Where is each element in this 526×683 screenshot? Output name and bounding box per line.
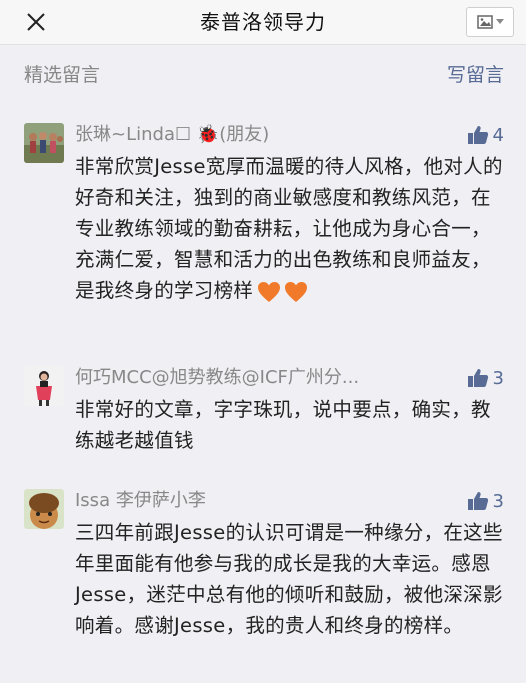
comment-author: 何巧MCC@旭势教练@ICF广州分... <box>75 367 360 388</box>
comment-item: 张琳~Linda☐ 🐞(朋友) 4 非常欣赏Jesse宽厚而温暖的待人风格，他对… <box>0 123 526 333</box>
comment-author: 张琳~Linda☐ 🐞(朋友) <box>75 124 270 145</box>
like-button[interactable]: 3 <box>467 489 504 513</box>
comment-item: Issa 李伊萨小李 3 三四年前跟Jesse的认识可谓是一种缘分，在这些年里面… <box>0 489 526 669</box>
dropdown-caret-icon <box>495 19 504 24</box>
featured-comments-title: 精选留言 <box>24 64 101 86</box>
avatar-portrait <box>24 366 64 406</box>
like-count: 3 <box>492 367 504 389</box>
comment-text: 非常好的文章，字字珠玑，说中要点，确实，教练越老越值钱 <box>75 398 491 452</box>
comment-content: 非常欣赏Jesse宽厚而温暖的待人风格，他对人的好奇和关注，独到的商业敏感度和教… <box>75 151 505 306</box>
like-count: 3 <box>492 490 504 512</box>
heart-emojis <box>257 281 308 303</box>
orange-heart-icon <box>285 281 308 302</box>
image-icon <box>476 15 493 29</box>
comment-author: Issa 李伊萨小李 <box>75 490 206 511</box>
comment-item: 何巧MCC@旭势教练@ICF广州分... 3 非常好的文章，字字珠玑，说中要点，… <box>0 366 526 456</box>
more-menu-button[interactable] <box>466 7 514 37</box>
thumbs-up-icon <box>467 126 488 144</box>
top-bar: 泰普洛领导力 <box>0 0 526 45</box>
avatar-group-photo <box>24 123 64 163</box>
avatar[interactable] <box>24 489 64 529</box>
orange-heart-icon <box>258 281 281 302</box>
like-button[interactable]: 3 <box>467 366 504 390</box>
like-button[interactable]: 4 <box>467 123 504 147</box>
thumbs-up-icon <box>467 369 488 387</box>
avatar-cartoon <box>24 489 64 529</box>
comment-content: 三四年前跟Jesse的认识可谓是一种缘分，在这些年里面能有他参与我的成长是我的大… <box>75 517 505 641</box>
thumbs-up-icon <box>467 492 488 510</box>
avatar[interactable] <box>24 366 64 406</box>
like-count: 4 <box>492 124 504 146</box>
comments-header: 精选留言 写留言 <box>0 45 526 101</box>
comment-content: 非常好的文章，字字珠玑，说中要点，确实，教练越老越值钱 <box>75 394 505 456</box>
write-comment-link[interactable]: 写留言 <box>447 60 504 87</box>
comment-text: 三四年前跟Jesse的认识可谓是一种缘分，在这些年里面能有他参与我的成长是我的大… <box>75 521 503 637</box>
page-title: 泰普洛领导力 <box>200 10 326 34</box>
avatar[interactable] <box>24 123 64 163</box>
